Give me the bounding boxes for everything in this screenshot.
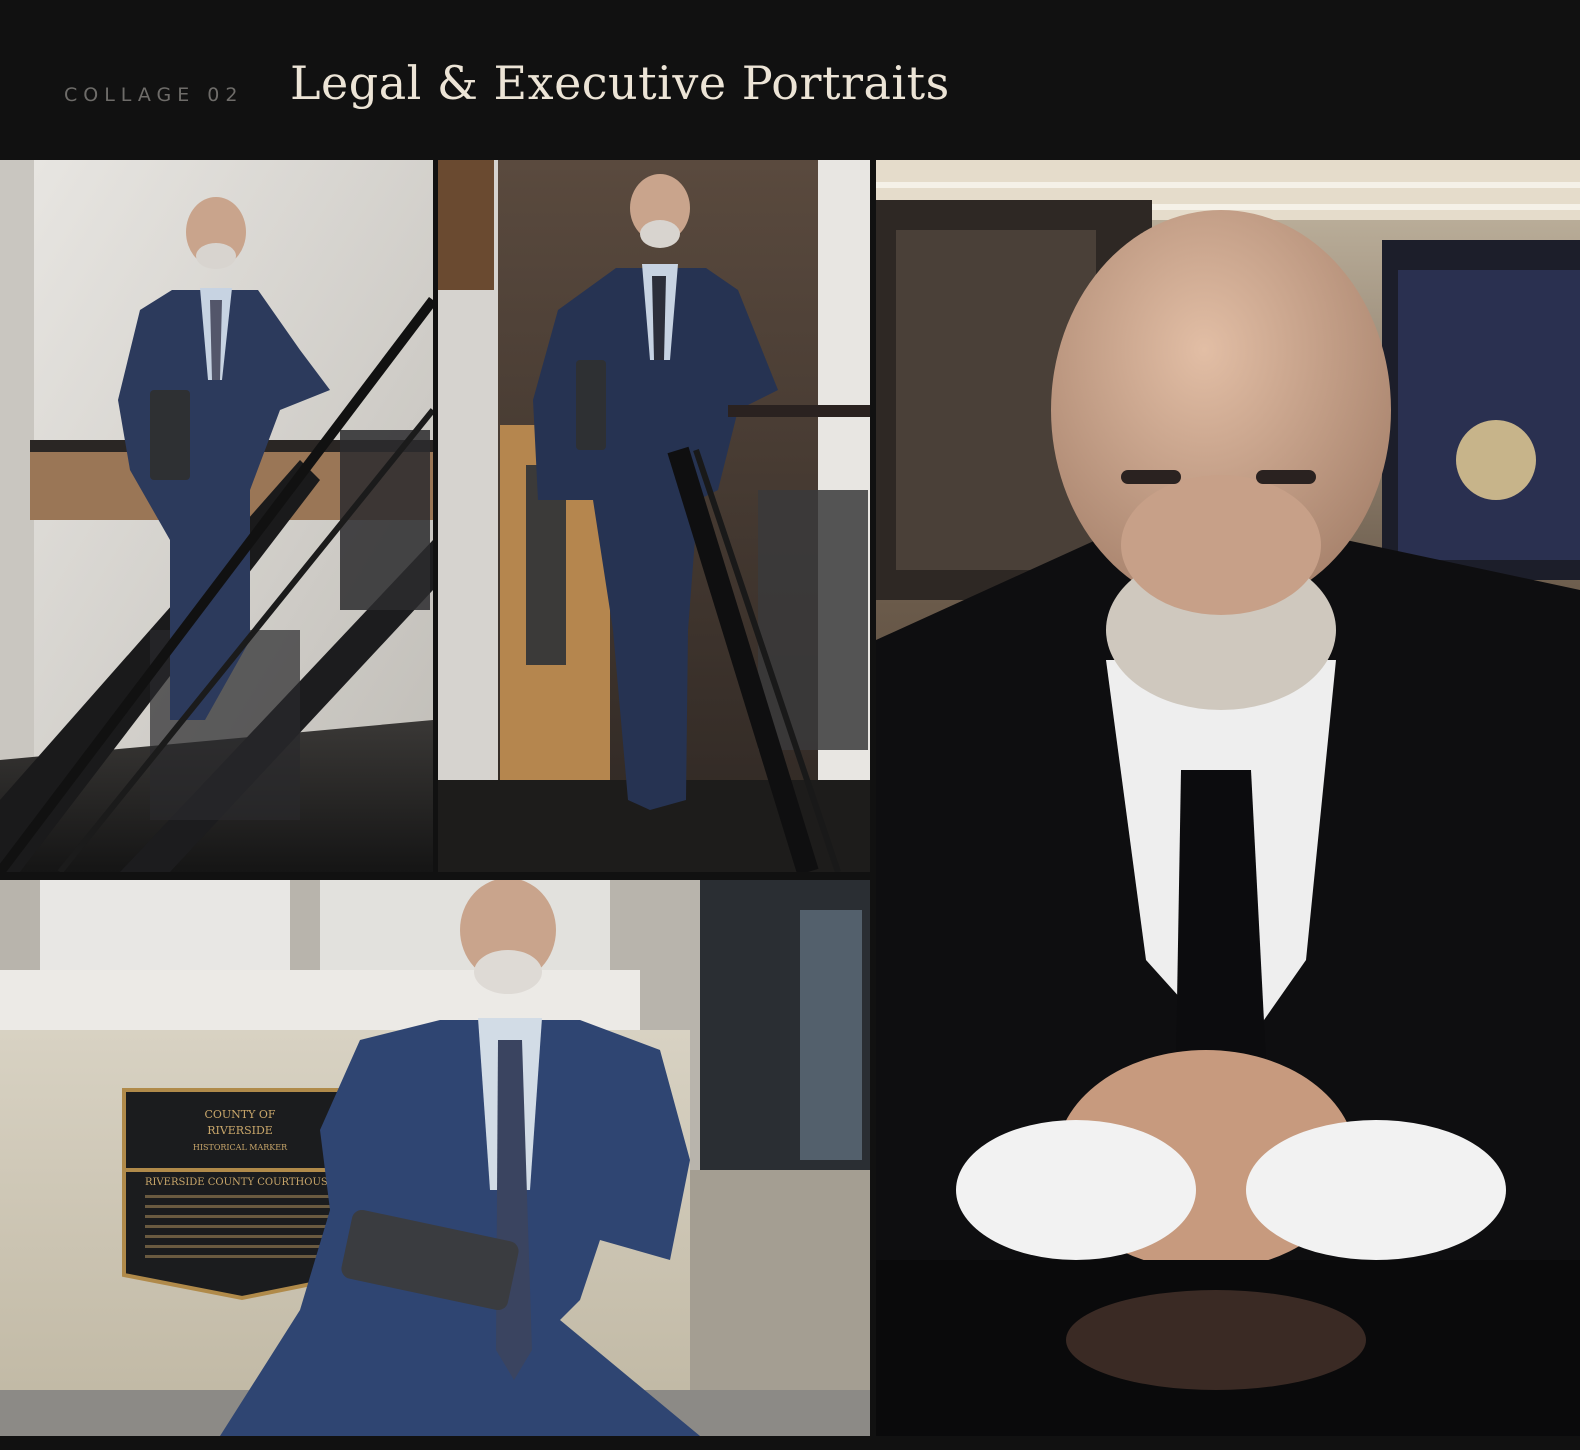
- photo-stair-landing: [438, 160, 870, 872]
- photo-courthouse-steps: COUNTY OF RIVERSIDE HISTORICAL MARKER RI…: [0, 880, 870, 1436]
- plaque-heading: RIVERSIDE COUNTY COURTHOUSE: [145, 1177, 335, 1188]
- plaque-line-2: RIVERSIDE: [207, 1124, 273, 1137]
- photo-staircase-railing: [0, 160, 433, 872]
- photo-courthouse-steps-image: COUNTY OF RIVERSIDE HISTORICAL MARKER RI…: [0, 880, 870, 1436]
- photo-office-closeup-image: [876, 160, 1580, 1436]
- photo-staircase-railing-image: [0, 160, 433, 872]
- plaque-line-3: HISTORICAL MARKER: [193, 1143, 288, 1152]
- plaque-line-1: COUNTY OF: [204, 1108, 275, 1121]
- photo-stair-landing-image: [438, 160, 870, 872]
- collage-header: COLLAGE 02 Legal & Executive Portraits: [0, 0, 1580, 158]
- photo-office-closeup: [876, 160, 1580, 1436]
- collage-number: COLLAGE 02: [64, 84, 244, 106]
- collage-title: Legal & Executive Portraits: [290, 56, 950, 110]
